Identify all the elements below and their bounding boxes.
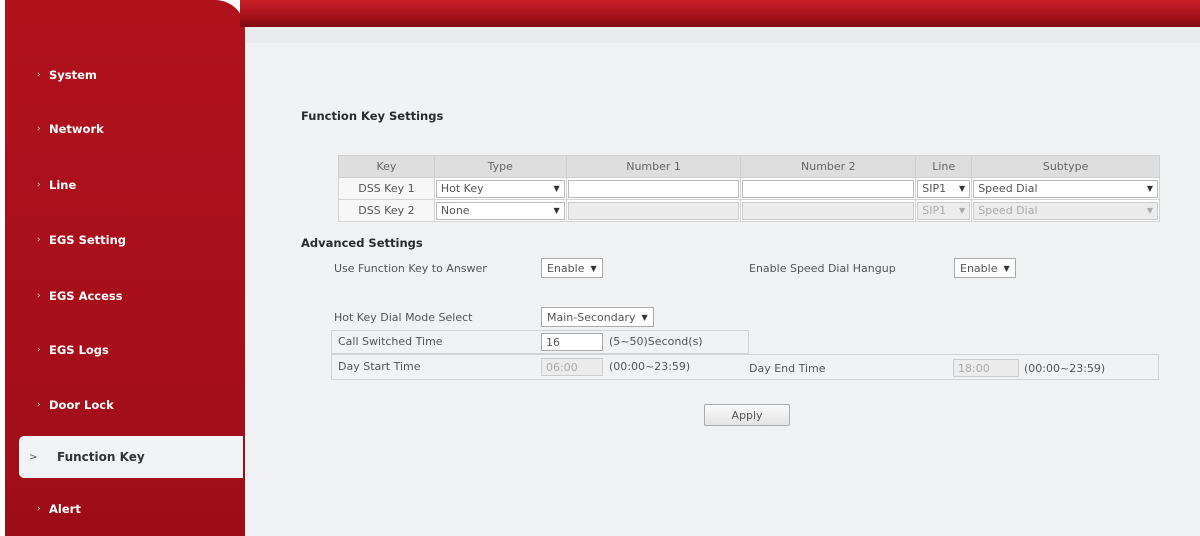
hot-key-mode-value: Main-Secondary bbox=[547, 310, 636, 324]
number1-input[interactable] bbox=[567, 179, 740, 198]
sidebar-item-egs-logs[interactable]: › EGS Logs bbox=[5, 330, 245, 370]
line-select-value: SIP1 bbox=[922, 204, 947, 217]
dropdown-arrow-icon: ▼ bbox=[1146, 206, 1153, 215]
key-cell: DSS Key 2 bbox=[338, 199, 435, 222]
header-bar bbox=[240, 0, 1200, 27]
table-header-row: Key Type Number 1 Number 2 Line Subtype bbox=[338, 155, 1160, 178]
chevron-right-icon: › bbox=[37, 235, 41, 245]
day-start-label: Day Start Time bbox=[338, 360, 421, 373]
table-row: DSS Key 1 Hot Key ▼ SIP1 ▼ Speed Dial ▼ bbox=[338, 177, 1160, 200]
dropdown-arrow-icon: ▼ bbox=[641, 312, 648, 322]
subtype-select[interactable]: Speed Dial ▼ bbox=[973, 179, 1158, 198]
use-fk-answer-value: Enable bbox=[547, 261, 585, 275]
subtype-select-value: Speed Dial bbox=[978, 182, 1038, 195]
chevron-right-icon: › bbox=[37, 291, 41, 301]
sidebar-item-label: Door Lock bbox=[49, 398, 114, 412]
sidebar-item-label: EGS Setting bbox=[49, 233, 127, 247]
column-header-number1: Number 1 bbox=[565, 155, 742, 178]
number1-input-disabled bbox=[567, 201, 740, 220]
type-select-value: None bbox=[440, 204, 470, 217]
type-select-value: Hot Key bbox=[440, 182, 484, 195]
column-header-type: Type bbox=[433, 155, 567, 178]
line-select-value: SIP1 bbox=[922, 182, 947, 195]
line-select-disabled: SIP1 ▼ bbox=[917, 201, 971, 220]
column-header-key: Key bbox=[338, 155, 435, 178]
dropdown-arrow-icon: ▼ bbox=[553, 184, 560, 193]
call-switched-input[interactable]: 16 bbox=[541, 333, 603, 351]
chevron-right-icon: › bbox=[37, 124, 41, 134]
line-select[interactable]: SIP1 ▼ bbox=[917, 179, 971, 198]
sidebar-item-label: Network bbox=[49, 122, 104, 136]
function-key-settings-title: Function Key Settings bbox=[301, 109, 444, 123]
sidebar-item-egs-setting[interactable]: › EGS Setting bbox=[5, 220, 245, 260]
chevron-right-icon: > bbox=[29, 451, 38, 463]
call-switched-hint: (5~50)Second(s) bbox=[609, 335, 703, 348]
day-end-hint: (00:00~23:59) bbox=[1024, 362, 1106, 375]
hot-key-mode-select[interactable]: Main-Secondary ▼ bbox=[541, 307, 654, 327]
function-key-table: Key Type Number 1 Number 2 Line Subtype … bbox=[338, 155, 1160, 222]
use-fk-answer-label: Use Function Key to Answer bbox=[334, 262, 487, 275]
dropdown-arrow-icon: ▼ bbox=[1003, 263, 1010, 273]
type-select[interactable]: None ▼ bbox=[435, 201, 565, 220]
number2-input[interactable] bbox=[742, 179, 915, 198]
call-switched-label: Call Switched Time bbox=[338, 335, 443, 348]
dropdown-arrow-icon: ▼ bbox=[959, 206, 966, 215]
dropdown-arrow-icon: ▼ bbox=[553, 206, 560, 215]
header-band bbox=[245, 27, 1200, 43]
dropdown-arrow-icon: ▼ bbox=[959, 184, 966, 193]
day-end-label: Day End Time bbox=[749, 362, 826, 375]
sidebar-item-alert[interactable]: › Alert bbox=[5, 489, 245, 529]
sidebar-item-label: Line bbox=[49, 178, 77, 192]
sidebar-item-egs-access[interactable]: › EGS Access bbox=[5, 276, 245, 316]
chevron-right-icon: › bbox=[37, 504, 41, 514]
speed-dial-hangup-value: Enable bbox=[960, 261, 998, 275]
sidebar-item-label: EGS Access bbox=[49, 289, 123, 303]
sidebar-item-function-key[interactable]: > Function Key bbox=[19, 436, 243, 478]
day-start-input: 06:00 bbox=[541, 358, 603, 376]
sidebar-item-line[interactable]: › Line bbox=[5, 165, 245, 205]
chevron-right-icon: › bbox=[37, 345, 41, 355]
dropdown-arrow-icon: ▼ bbox=[1146, 184, 1153, 193]
use-fk-answer-select[interactable]: Enable ▼ bbox=[541, 258, 603, 278]
chevron-right-icon: › bbox=[37, 70, 41, 80]
speed-dial-hangup-label: Enable Speed Dial Hangup bbox=[749, 262, 896, 275]
sidebar-item-label: System bbox=[49, 68, 97, 82]
subtype-select-disabled: Speed Dial ▼ bbox=[973, 201, 1158, 220]
hot-key-mode-label: Hot Key Dial Mode Select bbox=[334, 311, 473, 324]
subtype-select-value: Speed Dial bbox=[978, 204, 1038, 217]
sidebar: › System › Network › Line › EGS Setting … bbox=[5, 0, 245, 536]
number2-input-disabled bbox=[742, 201, 915, 220]
speed-dial-hangup-select[interactable]: Enable ▼ bbox=[954, 258, 1016, 278]
dropdown-arrow-icon: ▼ bbox=[590, 263, 597, 273]
chevron-right-icon: › bbox=[37, 400, 41, 410]
chevron-right-icon: › bbox=[37, 180, 41, 190]
sidebar-item-system[interactable]: › System bbox=[5, 55, 245, 95]
sidebar-item-label: EGS Logs bbox=[49, 343, 109, 357]
column-header-number2: Number 2 bbox=[740, 155, 917, 178]
day-start-hint: (00:00~23:59) bbox=[609, 360, 691, 373]
sidebar-item-door-lock[interactable]: › Door Lock bbox=[5, 385, 245, 425]
sidebar-item-network[interactable]: › Network bbox=[5, 109, 245, 149]
column-header-line: Line bbox=[915, 155, 973, 178]
day-end-input: 18:00 bbox=[953, 359, 1019, 377]
advanced-settings-title: Advanced Settings bbox=[301, 236, 423, 250]
apply-button[interactable]: Apply bbox=[704, 404, 790, 426]
column-header-subtype: Subtype bbox=[971, 155, 1160, 178]
key-cell: DSS Key 1 bbox=[338, 177, 435, 200]
type-select[interactable]: Hot Key ▼ bbox=[435, 179, 565, 198]
sidebar-item-label: Alert bbox=[49, 502, 81, 516]
table-row: DSS Key 2 None ▼ SIP1 ▼ Speed Dial ▼ bbox=[338, 199, 1160, 222]
sidebar-item-label: Function Key bbox=[57, 450, 145, 464]
